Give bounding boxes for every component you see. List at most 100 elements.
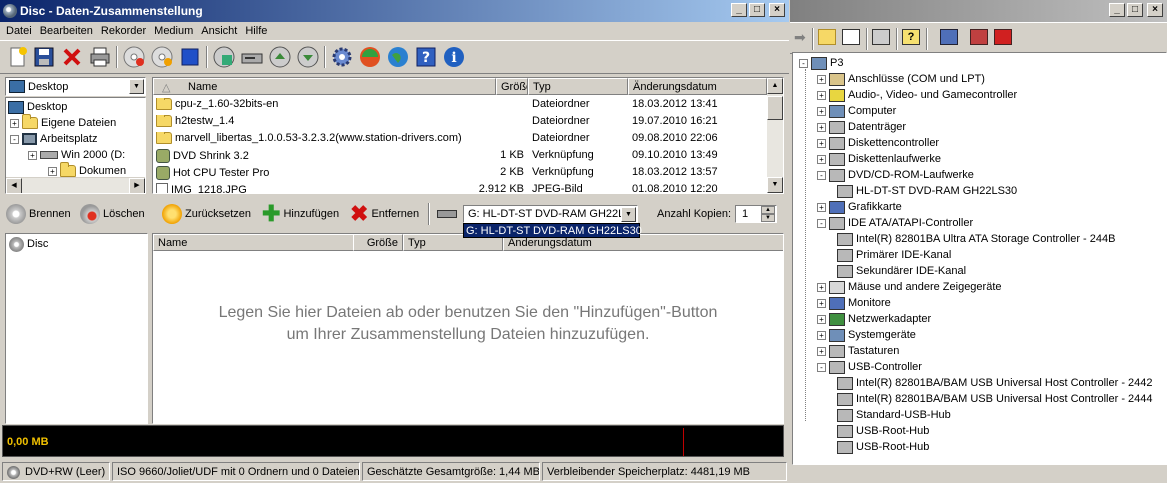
decrement-icon[interactable]: ▼ xyxy=(761,214,775,222)
expand-toggle-icon[interactable]: + xyxy=(817,154,826,164)
device-item[interactable]: Sekundärer IDE-Kanal xyxy=(837,263,966,279)
scroll-left-icon[interactable]: ◀ xyxy=(6,178,22,193)
scroll-thumb[interactable] xyxy=(767,96,783,120)
file-row[interactable]: IMG_1218.JPG 2.912 KB JPEG-Bild 01.08.20… xyxy=(153,181,767,193)
folder-tree[interactable]: Desktop + Eigene Dateien - Arbeitsplatz … xyxy=(5,97,146,194)
device-category[interactable]: - USB-Controller xyxy=(817,359,922,375)
menu-medium[interactable]: Medium xyxy=(150,22,197,40)
device-category[interactable]: + Diskettencontroller xyxy=(817,135,939,151)
increment-icon[interactable]: ▲ xyxy=(761,206,775,214)
file-row[interactable]: h2testw_1.4 Dateiordner 19.07.2010 16:21 xyxy=(153,113,767,130)
erase-button[interactable]: Löschen xyxy=(80,202,145,226)
file-row[interactable]: cpu-z_1.60-32bits-en Dateiordner 18.03.2… xyxy=(153,96,767,113)
expand-toggle-icon[interactable]: + xyxy=(817,106,826,116)
expand-toggle-icon[interactable]: + xyxy=(817,74,826,84)
column-header-type[interactable]: Typ xyxy=(528,78,628,95)
window-titlebar[interactable]: Disc - Daten-Zusammenstellung _ □ × xyxy=(0,0,789,22)
expand-toggle-icon[interactable]: + xyxy=(817,202,826,212)
disable-icon[interactable] xyxy=(994,29,1012,45)
drive-icon[interactable] xyxy=(240,45,264,69)
burn-disc-icon[interactable] xyxy=(122,45,146,69)
help-icon[interactable]: ? xyxy=(414,45,438,69)
device-tree[interactable]: - P3 + Anschlüsse (COM und LPT) + Audio-, V… xyxy=(792,52,1167,465)
device-category[interactable]: + Systemgeräte xyxy=(817,327,916,343)
expand-toggle-icon[interactable]: + xyxy=(817,90,826,100)
device-item[interactable]: Intel(R) 82801BA/BAM USB Universal Host … xyxy=(837,391,1153,407)
column-header-name[interactable]: △ Name xyxy=(153,78,496,95)
menu-rekorder[interactable]: Rekorder xyxy=(97,22,150,40)
device-category[interactable]: + Tastaturen xyxy=(817,343,899,359)
expand-toggle-icon[interactable]: + xyxy=(817,330,826,340)
menu-ansicht[interactable]: Ansicht xyxy=(197,22,241,40)
copies-stepper[interactable]: 1 ▲ ▼ xyxy=(735,205,777,223)
file-row[interactable]: DVD Shrink 3.2 1 KB Verknüpfung 09.10.20… xyxy=(153,147,767,164)
expand-toggle-icon[interactable]: + xyxy=(28,150,37,160)
tree-item-arbeitsplatz[interactable]: - Arbeitsplatz xyxy=(10,131,97,147)
uninstall-icon[interactable] xyxy=(970,29,988,45)
minimize-button[interactable]: _ xyxy=(1109,3,1125,17)
expand-toggle-icon[interactable]: + xyxy=(817,314,826,324)
save-icon[interactable] xyxy=(32,45,56,69)
dropdown-arrow-icon[interactable]: ▼ xyxy=(129,79,144,94)
device-category[interactable]: - DVD/CD-ROM-Laufwerke xyxy=(817,167,974,183)
help-icon[interactable]: ? xyxy=(902,29,920,45)
expand-toggle-icon[interactable]: + xyxy=(817,122,826,132)
vertical-scrollbar[interactable]: ▲ ▼ xyxy=(767,78,783,193)
file-row[interactable]: Hot CPU Tester Pro 2 KB Verknüpfung 18.0… xyxy=(153,164,767,181)
add-button[interactable]: ✚ Hinzufügen xyxy=(262,202,339,226)
new-compilation-icon[interactable] xyxy=(6,45,30,69)
close-button[interactable]: × xyxy=(769,3,785,17)
expand-toggle-icon[interactable]: - xyxy=(10,134,19,144)
menu-bearbeiten[interactable]: Bearbeiten xyxy=(36,22,97,40)
maximize-button[interactable]: □ xyxy=(749,3,765,17)
device-category[interactable]: + Mäuse und andere Zeigegeräte xyxy=(817,279,1002,295)
eject-icon[interactable] xyxy=(268,45,292,69)
device-category[interactable]: + Netzwerkadapter xyxy=(817,311,931,327)
window-titlebar[interactable]: _ □ × xyxy=(790,0,1167,22)
horizontal-scrollbar[interactable]: ◀ ▶ xyxy=(6,177,145,193)
device-category[interactable]: + Computer xyxy=(817,103,896,119)
column-header-size[interactable]: Größe xyxy=(496,78,528,95)
location-combo[interactable]: Desktop ▼ xyxy=(5,77,146,96)
device-category[interactable]: + Diskettenlaufwerke xyxy=(817,151,941,167)
device-category[interactable]: + Anschlüsse (COM und LPT) xyxy=(817,71,985,87)
expand-toggle-icon[interactable]: + xyxy=(817,346,826,356)
device-item[interactable]: Primärer IDE-Kanal xyxy=(837,247,951,263)
minimize-button[interactable]: _ xyxy=(731,3,747,17)
drive-option[interactable]: G: HL-DT-ST DVD-RAM GH22LS30 xyxy=(463,223,642,238)
device-category[interactable]: + Grafikkarte xyxy=(817,199,902,215)
expand-toggle-icon[interactable]: - xyxy=(817,170,826,180)
expand-toggle-icon[interactable]: + xyxy=(817,138,826,148)
expand-toggle-icon[interactable]: - xyxy=(799,58,808,68)
device-item[interactable]: USB-Root-Hub xyxy=(837,439,929,455)
info-icon[interactable]: i xyxy=(442,45,466,69)
menu-hilfe[interactable]: Hilfe xyxy=(241,22,271,40)
delete-icon[interactable] xyxy=(60,45,84,69)
device-category[interactable]: - IDE ATA/ATAPI-Controller xyxy=(817,215,973,231)
device-item[interactable]: Intel(R) 82801BA Ultra ATA Storage Contr… xyxy=(837,231,1115,247)
forward-arrow-icon[interactable]: ➡ xyxy=(794,29,806,46)
column-header-size[interactable]: Größe xyxy=(353,234,403,251)
device-tree-root[interactable]: - P3 xyxy=(799,55,843,71)
settings-gear-icon[interactable] xyxy=(330,45,354,69)
menu-datei[interactable]: Datei xyxy=(2,22,36,40)
globe-icon[interactable] xyxy=(386,45,410,69)
scroll-right-icon[interactable]: ▶ xyxy=(129,178,145,193)
printer-icon[interactable] xyxy=(88,45,112,69)
maximize-button[interactable]: □ xyxy=(1127,3,1143,17)
file-list[interactable]: △ Name Größe Typ Änderungsdatum cpu-z_1.… xyxy=(152,77,784,194)
device-category[interactable]: + Monitore xyxy=(817,295,891,311)
burn-button[interactable]: Brennen xyxy=(6,202,71,226)
device-item[interactable]: Standard-USB-Hub xyxy=(837,407,951,423)
expand-toggle-icon[interactable]: - xyxy=(817,362,826,372)
dropdown-arrow-icon[interactable]: ▼ xyxy=(621,207,636,222)
scroll-down-icon[interactable]: ▼ xyxy=(767,177,783,193)
tree-item-eigene-dateien[interactable]: + Eigene Dateien xyxy=(10,114,116,131)
tree-item-win2000[interactable]: + Win 2000 (D: xyxy=(28,147,125,163)
disc-contents-list[interactable]: Name Größe Typ Änderungsdatum Legen Sie … xyxy=(152,233,784,424)
expand-toggle-icon[interactable]: + xyxy=(817,282,826,292)
tree-item-disc[interactable]: Disc xyxy=(9,236,48,252)
drive-select[interactable]: G: HL-DT-ST DVD-RAM GH22L ▼ xyxy=(463,205,638,223)
show-hide-tree-icon[interactable] xyxy=(842,29,860,45)
media-icon[interactable] xyxy=(358,45,382,69)
